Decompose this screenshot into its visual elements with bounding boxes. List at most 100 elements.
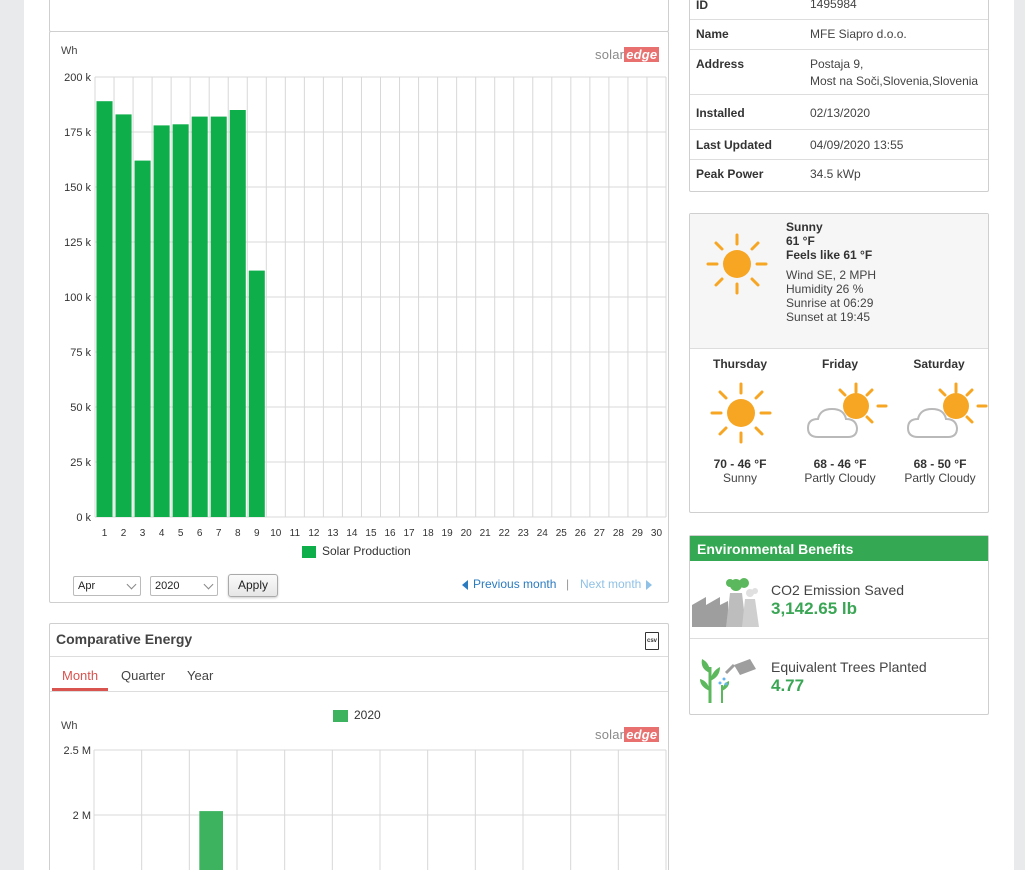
x-tick-label: 20 bbox=[461, 528, 473, 539]
x-tick-label: 10 bbox=[270, 528, 282, 539]
info-row-installed: Installed 02/13/2020 bbox=[690, 95, 988, 130]
x-tick-label: 15 bbox=[365, 528, 377, 539]
y-tick-label: 25 k bbox=[70, 457, 91, 469]
y-tick-label: 125 k bbox=[64, 237, 91, 249]
production-chart: 0 k 25 k 50 k 75 k 100 k 125 k 150 k 175 k 200 k… bbox=[64, 72, 667, 539]
forecast-condition: Partly Cloudy bbox=[804, 471, 876, 485]
forecast-day-name: Friday bbox=[821, 357, 858, 371]
chevron-left-icon bbox=[462, 579, 468, 590]
tree-watering-icon bbox=[700, 659, 756, 703]
x-tick-label: 17 bbox=[403, 528, 415, 539]
y-tick-label: 175 k bbox=[64, 127, 91, 139]
info-row-name: Name MFE Siapro d.o.o. bbox=[690, 20, 988, 50]
trees-value: 4.77 bbox=[771, 676, 805, 695]
x-tick-label: 16 bbox=[384, 528, 396, 539]
co2-label: CO2 Emission Saved bbox=[771, 582, 905, 598]
x-tick-label: 13 bbox=[327, 528, 339, 539]
forecast-range: 68 - 50 °F bbox=[913, 457, 967, 471]
sun-icon bbox=[710, 382, 772, 444]
y-tick-label: 100 k bbox=[64, 292, 91, 304]
bar bbox=[134, 160, 151, 517]
link-separator: | bbox=[566, 577, 570, 591]
trees-row: Equivalent Trees Planted 4.77 bbox=[690, 639, 988, 714]
site-info-panel: ID 1495984 Name MFE Siapro d.o.o. Address P… bbox=[689, 0, 989, 192]
sun-icon bbox=[706, 233, 768, 295]
page: Wh solar edge 0 k 25 k 50 k 75 k 100 k 125 k 15… bbox=[24, 0, 1014, 870]
bar bbox=[199, 811, 223, 870]
sunset: Sunset at 19:45 bbox=[786, 310, 871, 324]
bar bbox=[229, 110, 246, 517]
legend: Solar Production bbox=[302, 544, 411, 558]
forecast-range: 70 - 46 °F bbox=[713, 457, 767, 471]
x-tick-label: 14 bbox=[346, 528, 358, 539]
env-header: Environmental Benefits bbox=[690, 536, 988, 561]
chevron-right-icon bbox=[646, 579, 653, 590]
previous-month-link[interactable]: Previous month bbox=[462, 577, 556, 591]
partly-cloudy-icon bbox=[806, 382, 888, 438]
env-title: Environmental Benefits bbox=[697, 541, 854, 557]
y-tick-label: 2.5 M bbox=[63, 745, 91, 757]
bar bbox=[96, 101, 113, 517]
sunrise: Sunrise at 06:29 bbox=[786, 296, 874, 310]
environmental-benefits-panel: Environmental Benefits CO2 Emission Save… bbox=[689, 535, 989, 715]
bar bbox=[210, 116, 227, 517]
current-temp: 61 °F bbox=[786, 234, 815, 248]
info-row-address: Address Postaja 9, Most na Soči,Slovenia,S… bbox=[690, 50, 988, 95]
y-tick-label: 50 k bbox=[70, 402, 91, 414]
x-tick-label: 1 bbox=[102, 528, 108, 539]
y-tick-label: 150 k bbox=[64, 182, 91, 194]
chevron-down-icon bbox=[126, 579, 137, 590]
forecast-day: Friday 68 - 46 °F Partly Cloudy bbox=[790, 349, 890, 509]
feels-like: Feels like 61 °F bbox=[786, 248, 873, 262]
trees-label: Equivalent Trees Planted bbox=[771, 659, 927, 675]
year-select[interactable]: 2020 bbox=[150, 576, 218, 596]
x-tick-label: 3 bbox=[140, 528, 146, 539]
legend-label: Solar Production bbox=[322, 544, 411, 558]
x-tick-label: 28 bbox=[613, 528, 625, 539]
x-tick-label: 19 bbox=[442, 528, 454, 539]
month-select[interactable]: Apr bbox=[73, 576, 141, 596]
forecast-day: Saturday 68 - 50 °F Partly Cloudy bbox=[890, 349, 988, 509]
chevron-down-icon bbox=[203, 579, 214, 590]
x-tick-label: 22 bbox=[499, 528, 511, 539]
bar bbox=[153, 125, 170, 518]
co2-value: 3,142.65 lb bbox=[771, 599, 858, 618]
x-tick-label: 23 bbox=[518, 528, 530, 539]
bar bbox=[172, 124, 189, 518]
next-month-link[interactable]: Next month bbox=[580, 577, 653, 591]
x-tick-label: 21 bbox=[480, 528, 492, 539]
x-tick-label: 29 bbox=[632, 528, 644, 539]
weather-panel: Sunny 61 °F Feels like 61 °F Wind SE, 2 … bbox=[689, 213, 989, 513]
y-tick-label: 200 k bbox=[64, 72, 91, 84]
apply-button[interactable]: Apply bbox=[228, 574, 278, 597]
forecast-day-name: Saturday bbox=[913, 357, 965, 371]
y-tick-label: 75 k bbox=[70, 347, 91, 359]
production-chart-panel: Wh solar edge 0 k 25 k 50 k 75 k 100 k 125 k 15… bbox=[49, 31, 669, 603]
bar bbox=[115, 114, 132, 518]
forecast-condition: Sunny bbox=[722, 471, 758, 485]
forecast-day: Thursday 70 - 46 °F Sunny bbox=[690, 349, 790, 509]
wind: Wind SE, 2 MPH bbox=[786, 268, 877, 282]
x-tick-label: 6 bbox=[197, 528, 203, 539]
y-tick-label: 2 M bbox=[73, 810, 91, 822]
top-panel-stub bbox=[49, 0, 669, 32]
x-tick-label: 18 bbox=[423, 528, 435, 539]
comparative-energy-panel: Comparative Energy csv Month Quarter Yea… bbox=[49, 623, 669, 870]
info-row-id: ID 1495984 bbox=[690, 0, 988, 20]
x-tick-label: 30 bbox=[651, 528, 663, 539]
forecast-range: 68 - 46 °F bbox=[813, 457, 867, 471]
x-tick-label: 8 bbox=[235, 528, 241, 539]
x-tick-label: 11 bbox=[290, 528, 301, 539]
legend-swatch bbox=[302, 545, 316, 558]
comparative-chart: 2 M 2.5 M bbox=[63, 745, 667, 870]
co2-row: CO2 Emission Saved 3,142.65 lb bbox=[690, 561, 988, 639]
info-row-last-updated: Last Updated 04/09/2020 13:55 bbox=[690, 130, 988, 160]
forecast-condition: Partly Cloudy bbox=[904, 471, 976, 485]
x-tick-label: 27 bbox=[594, 528, 606, 539]
power-plant-icon bbox=[692, 578, 759, 627]
weather-current: Sunny 61 °F Feels like 61 °F Wind SE, 2 … bbox=[690, 214, 988, 349]
current-condition: Sunny bbox=[786, 220, 823, 234]
x-tick-label: 26 bbox=[575, 528, 587, 539]
humidity: Humidity 26 % bbox=[786, 282, 864, 296]
partly-cloudy-icon bbox=[906, 382, 988, 438]
